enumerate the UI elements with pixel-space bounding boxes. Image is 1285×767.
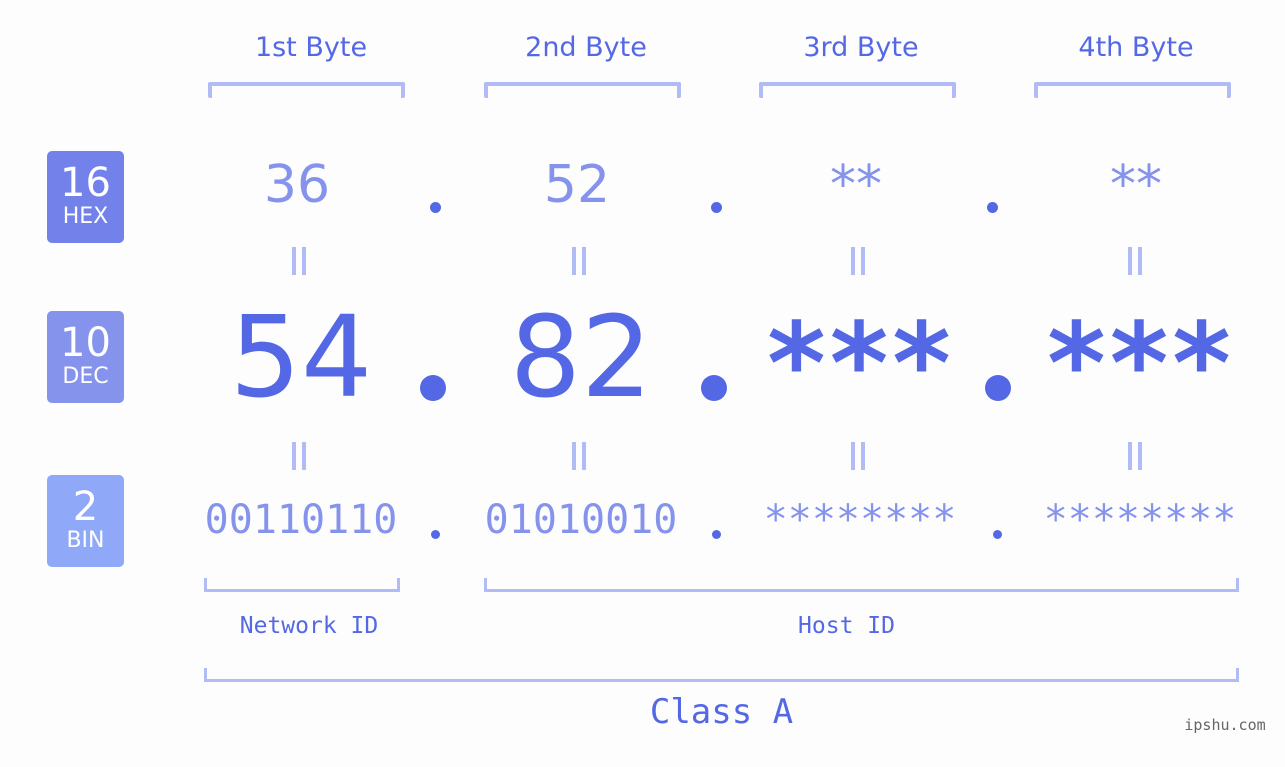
equals-icon [570, 442, 590, 470]
hex-separator-2 [711, 202, 722, 213]
byte-title-1: 1st Byte [254, 32, 368, 63]
byte-bracket-4 [1034, 82, 1231, 98]
hex-octet-3: ** [830, 155, 882, 215]
dec-badge: 10 DEC [47, 311, 124, 403]
dec-badge-number: 10 [60, 320, 111, 366]
dec-octet-3: *** [767, 300, 955, 430]
byte-title-3: 3rd Byte [803, 32, 919, 63]
equals-icon [290, 442, 310, 470]
hex-octet-2: 52 [543, 155, 611, 215]
bin-separator-1 [431, 530, 440, 539]
hex-badge-label: HEX [62, 204, 109, 229]
bin-badge-number: 2 [72, 484, 99, 530]
equals-icon [849, 247, 869, 275]
bin-badge-label: BIN [66, 528, 105, 553]
bin-octet-3: ******** [763, 497, 957, 543]
watermark: ipshu.com [1184, 716, 1266, 734]
class-label: Class A [649, 692, 794, 732]
byte-bracket-3 [759, 82, 956, 98]
dec-separator-1 [420, 375, 446, 401]
hex-separator-3 [987, 202, 998, 213]
equals-icon [1126, 247, 1146, 275]
hex-octet-1: 36 [263, 155, 331, 215]
hex-badge-number: 16 [60, 160, 111, 206]
hex-separator-1 [430, 202, 441, 213]
dec-separator-2 [701, 375, 727, 401]
hex-octet-4: ** [1110, 155, 1162, 215]
network-id-label: Network ID [239, 613, 379, 639]
bin-octet-4: ******** [1043, 497, 1237, 543]
equals-icon [290, 247, 310, 275]
host-id-bracket [484, 578, 1239, 592]
equals-icon [849, 442, 869, 470]
byte-title-2: 2nd Byte [525, 32, 647, 63]
dec-separator-3 [985, 375, 1011, 401]
dec-octet-1: 54 [229, 293, 373, 423]
bin-octet-2: 01010010 [484, 497, 678, 543]
class-bracket [204, 668, 1239, 682]
bin-separator-3 [993, 530, 1002, 539]
bin-badge: 2 BIN [47, 475, 124, 567]
equals-icon [570, 247, 590, 275]
byte-title-4: 4th Byte [1078, 32, 1194, 63]
byte-bracket-2 [484, 82, 681, 98]
bin-octet-1: 00110110 [204, 497, 398, 543]
host-id-label: Host ID [798, 613, 895, 639]
byte-bracket-1 [208, 82, 405, 98]
bin-separator-2 [712, 530, 721, 539]
dec-octet-4: *** [1047, 300, 1235, 430]
network-id-bracket [204, 578, 400, 592]
hex-badge: 16 HEX [47, 151, 124, 243]
dec-badge-label: DEC [62, 364, 109, 389]
equals-icon [1126, 442, 1146, 470]
dec-octet-2: 82 [509, 293, 653, 423]
